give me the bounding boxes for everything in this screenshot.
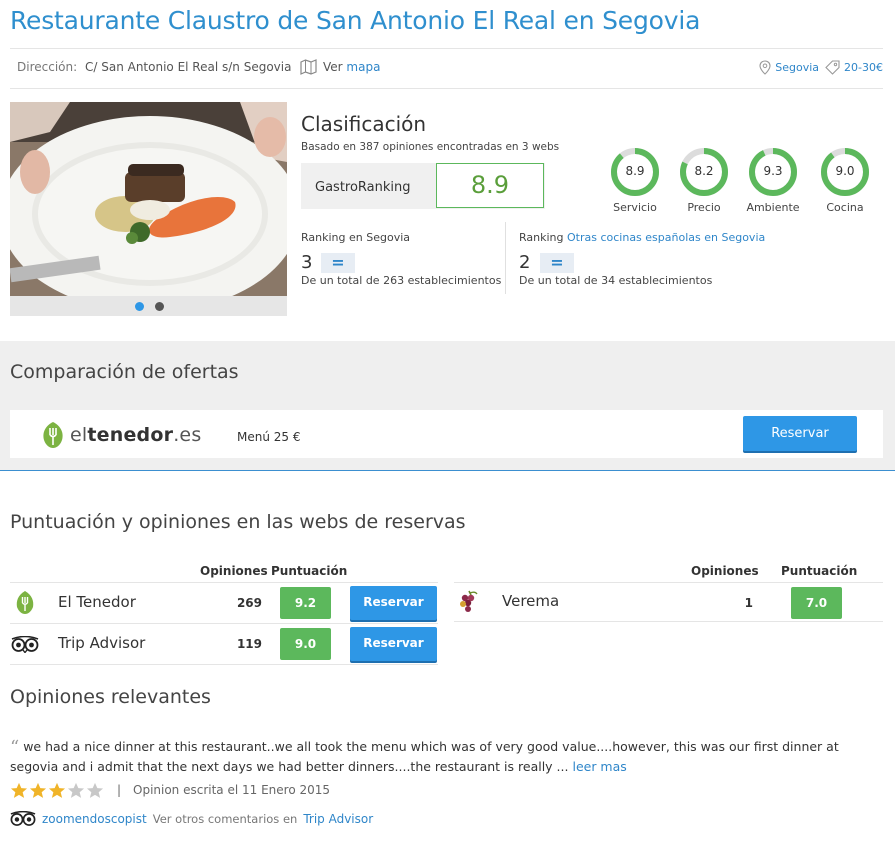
location-pin-icon [759,60,771,75]
site-name: El Tenedor [58,593,136,611]
review-text: “ we had a nice dinner at this restauran… [10,737,885,776]
star-icon [10,782,28,798]
col-opinions: Opiniones [691,564,759,578]
quote-icon: “ [10,737,20,758]
ranking-city-position: 3 [301,252,313,273]
booking-sites-title: Puntuación y opiniones en las webs de re… [10,511,466,533]
owl-eyes-icon [10,811,36,826]
opinion-count: 269 [236,596,262,610]
divider [10,88,883,89]
gastroranking-score: 8.9 [436,163,544,208]
tags: Segovia 20-30€ [759,60,883,75]
ranking-city-label: Ranking en Segovia [301,231,410,244]
rating-label: Precio [687,201,721,214]
col-score: Puntuación [781,564,858,578]
ranking-category-position: 2 [519,252,531,273]
reserve-button[interactable]: Reservar [743,416,857,451]
ranking-category-link[interactable]: Otras cocinas españolas en Segovia [567,231,765,244]
col-opinions: Opiniones [200,564,268,578]
ranking-city-trend: = [321,253,355,273]
other-comments-link[interactable]: Trip Advisor [303,812,373,826]
read-more-link[interactable]: leer mas [572,759,626,774]
reserve-button[interactable]: Reservar [350,627,437,661]
divider [10,582,438,583]
site-score: 9.0 [280,628,331,660]
ranking-category-label: Ranking Otras cocinas españolas en Segov… [519,231,765,244]
site-name: Verema [502,592,560,610]
address-label: Dirección: [17,60,78,74]
star-icon [48,782,66,798]
eltenedor-wordmark: eltenedor.es [70,424,202,446]
star-icon [29,782,47,798]
col-score: Puntuación [271,564,348,578]
site-score: 7.0 [791,587,842,619]
address-row: Dirección: C/ San Antonio El Real s/n Se… [17,60,291,74]
map-icon[interactable] [300,59,317,75]
site-score: 9.2 [280,587,331,619]
review-author[interactable]: zoomendoscopist [42,812,147,826]
map-link[interactable]: mapa [346,60,380,74]
eltenedor-logo: eltenedor.es [40,420,201,450]
price-tag-icon [825,60,840,75]
carousel-dots [10,296,287,316]
star-rating [10,782,104,799]
fork-icon [16,591,34,614]
opinion-count: 1 [744,596,753,610]
dish-photo [10,102,287,298]
carousel-dot[interactable] [135,302,144,311]
fork-icon [43,422,63,448]
review-body: we had a nice dinner at this restaurant.… [10,739,839,774]
photo-carousel[interactable] [10,102,287,316]
rating-label: Servicio [613,201,657,214]
view-map: Ver mapa [323,60,380,74]
divider [10,48,883,49]
ranking-city-total: De un total de 263 establecimientos [301,274,502,287]
other-comments-prefix: Ver otros comentarios en [152,812,298,826]
rating-value: 8.2 [694,164,714,178]
separator: | [117,783,122,797]
owl-eyes-icon [11,636,39,653]
rating-value: 8.9 [625,164,645,178]
gastroranking-label: GastroRanking [315,180,411,195]
star-icon [86,782,104,798]
reserve-button[interactable]: Reservar [350,586,437,620]
divider [454,621,883,622]
divider [10,623,438,624]
star-icon [67,782,85,798]
ranking-category-prefix: Ranking [519,231,564,244]
review-author-row: zoomendoscopist Ver otros comentarios en… [10,811,373,827]
ranking-category-total: De un total de 34 establecimientos [519,274,713,287]
view-map-prefix: Ver [323,60,343,74]
address-value: C/ San Antonio El Real s/n Segovia [84,60,292,74]
city-tag[interactable]: Segovia [775,61,819,74]
page-title: Restaurante Claustro de San Antonio El R… [10,6,701,35]
divider [505,222,506,294]
review-date: Opinion escrita el 11 Enero 2015 [133,783,331,797]
ranking-category-trend: = [540,253,574,273]
rating-value: 9.3 [763,164,783,178]
reviews-title: Opiniones relevantes [10,686,211,708]
opinion-count: 119 [236,637,262,651]
offers-title: Comparación de ofertas [10,361,239,383]
rating-value: 9.0 [835,164,855,178]
price-tag[interactable]: 20-30€ [844,61,883,74]
rating-label: Ambiente [746,201,800,214]
divider [454,582,883,583]
rating-label: Cocina [826,201,864,214]
site-name: Trip Advisor [58,634,146,652]
grapes-icon [460,590,478,612]
classification-subtitle: Basado en 387 opiniones encontradas en 3… [301,141,560,153]
offer-menu: Menú 25 € [237,430,301,444]
divider [10,664,438,665]
carousel-dot[interactable] [155,302,164,311]
classification-title: Clasificación [301,112,427,136]
